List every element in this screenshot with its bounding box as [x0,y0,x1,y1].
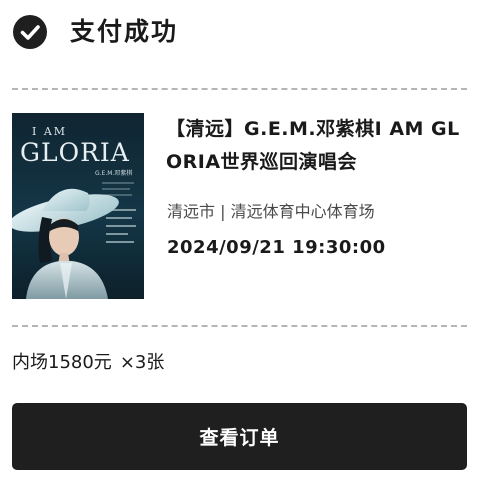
event-poster[interactable]: I AM GLORIA G.E.M.邓紫棋 [12,113,144,299]
event-venue: 清远市 | 清远体育中心体育场 [167,202,375,221]
poster-title-line1: I AM [32,125,67,138]
event-title[interactable]: 【清远】G.E.M.邓紫棋I AM GLORIA世界巡回演唱会 [166,113,461,179]
poster-subtitle: G.E.M.邓紫棋 [95,169,132,177]
check-circle-icon [13,15,47,49]
divider-bottom [12,325,467,327]
ticket-info: 内场1580元 ×3张 [12,348,164,378]
divider-top [12,88,467,90]
page-title: 支付成功 [70,17,179,46]
ticket-quantity: ×3张 [119,352,165,373]
page-header: 支付成功 [0,0,479,68]
ticket-area-price: 内场1580元 [12,352,112,373]
event-datetime: 2024/09/21 19:30:00 [167,237,386,258]
view-order-button[interactable]: 查看订单 [12,403,467,470]
poster-title-line2: GLORIA [20,138,130,167]
